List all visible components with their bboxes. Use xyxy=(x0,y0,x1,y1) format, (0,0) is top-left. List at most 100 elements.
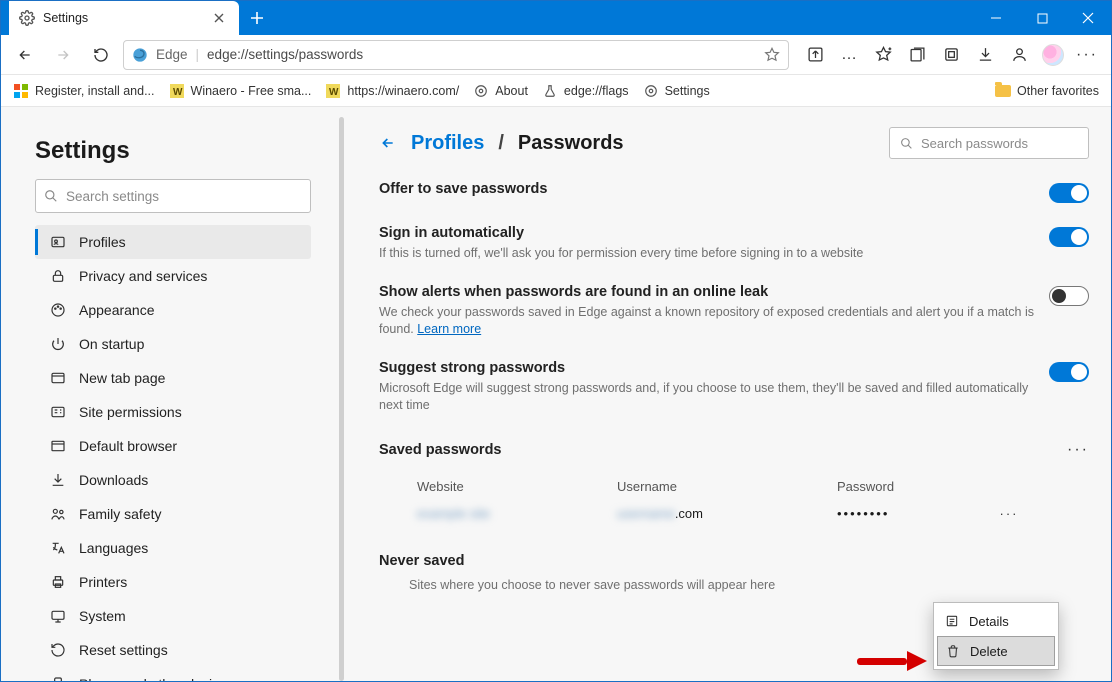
details-icon xyxy=(945,614,959,628)
system-icon xyxy=(49,607,67,625)
favorite-star-icon[interactable] xyxy=(764,47,780,63)
setting-leak-alerts: Show alerts when passwords are found in … xyxy=(379,284,1089,338)
nav-downloads[interactable]: Downloads xyxy=(35,463,311,497)
toggle-suggest-strong[interactable] xyxy=(1049,362,1089,382)
browser-tab[interactable]: Settings xyxy=(9,1,239,35)
saved-passwords-table: Website Username Password example site u… xyxy=(409,473,1089,527)
tab-close-button[interactable] xyxy=(209,8,229,28)
reset-icon xyxy=(49,641,67,659)
permissions-icon xyxy=(49,403,67,421)
toolbar-actions: … ··· xyxy=(799,39,1103,71)
bookmark-item[interactable]: edge://flags xyxy=(542,83,629,99)
bookmark-item[interactable]: WWinaero - Free sma... xyxy=(169,83,312,99)
window-close-button[interactable] xyxy=(1065,1,1111,35)
settings-content: Settings Search settings Profiles Privac… xyxy=(1,107,1111,681)
winaero-icon: W xyxy=(169,83,185,99)
edge-logo-icon xyxy=(132,47,148,63)
language-icon xyxy=(49,539,67,557)
nav-printers[interactable]: Printers xyxy=(35,565,311,599)
menu-item-details[interactable]: Details xyxy=(937,606,1055,636)
breadcrumb-back-button[interactable] xyxy=(379,134,397,152)
nav-phone[interactable]: Phone and other devices xyxy=(35,667,311,681)
toggle-leak-alerts[interactable] xyxy=(1049,286,1089,306)
palette-icon xyxy=(49,301,67,319)
nav-newtab[interactable]: New tab page xyxy=(35,361,311,395)
toolbar: Edge | edge://settings/passwords … ··· xyxy=(1,35,1111,75)
bookmark-item[interactable]: About xyxy=(473,83,528,99)
bookmark-item[interactable]: Register, install and... xyxy=(13,83,155,99)
gear-icon xyxy=(643,83,659,99)
nav-sitepermissions[interactable]: Site permissions xyxy=(35,395,311,429)
password-row[interactable]: example site username.com •••••••• ··· xyxy=(409,500,1089,527)
extensions-icon[interactable] xyxy=(935,39,967,71)
password-row-more-button[interactable]: ··· xyxy=(1000,506,1019,521)
address-label: Edge xyxy=(156,47,188,62)
svg-text:W: W xyxy=(329,87,339,98)
bookmark-item[interactable]: Settings xyxy=(643,83,710,99)
nav-family[interactable]: Family safety xyxy=(35,497,311,531)
address-bar[interactable]: Edge | edge://settings/passwords xyxy=(123,40,789,70)
nav-forward-button[interactable] xyxy=(47,39,79,71)
svg-text:W: W xyxy=(173,87,183,98)
new-tab-button[interactable] xyxy=(241,4,273,32)
share-icon[interactable] xyxy=(799,39,831,71)
favorites-icon[interactable] xyxy=(867,39,899,71)
password-context-menu: Details Delete xyxy=(933,602,1059,670)
nav-appearance[interactable]: Appearance xyxy=(35,293,311,327)
settings-search-input[interactable]: Search settings xyxy=(35,179,311,213)
window-maximize-button[interactable] xyxy=(1019,1,1065,35)
winaero-icon: W xyxy=(325,83,341,99)
annotation-arrow xyxy=(857,651,927,671)
tab-title: Settings xyxy=(43,11,201,25)
learn-more-link[interactable]: Learn more xyxy=(417,322,481,336)
nav-onstartup[interactable]: On startup xyxy=(35,327,311,361)
power-icon xyxy=(49,335,67,353)
window-minimize-button[interactable] xyxy=(973,1,1019,35)
gear-icon xyxy=(473,83,489,99)
never-saved-section: Never saved Sites where you choose to ne… xyxy=(379,553,1089,594)
toggle-signin-auto[interactable] xyxy=(1049,227,1089,247)
profile-icon[interactable] xyxy=(1003,39,1035,71)
collections-icon[interactable] xyxy=(901,39,933,71)
folder-icon xyxy=(995,85,1011,97)
windows-icon xyxy=(13,83,29,99)
nav-refresh-button[interactable] xyxy=(85,39,117,71)
breadcrumb: Profiles / Passwords xyxy=(379,132,624,155)
toggle-offer-save[interactable] xyxy=(1049,183,1089,203)
address-url: edge://settings/passwords xyxy=(207,47,363,62)
nav-back-button[interactable] xyxy=(9,39,41,71)
nav-profiles[interactable]: Profiles xyxy=(35,225,311,259)
title-bar: Settings xyxy=(1,1,1111,35)
bookmarks-bar: Register, install and... WWinaero - Free… xyxy=(1,75,1111,107)
saved-passwords-more-button[interactable]: ··· xyxy=(1067,441,1089,459)
nav-defaultbrowser[interactable]: Default browser xyxy=(35,429,311,463)
family-icon xyxy=(49,505,67,523)
profile-avatar[interactable] xyxy=(1037,39,1069,71)
gear-icon xyxy=(19,10,35,26)
nav-privacy[interactable]: Privacy and services xyxy=(35,259,311,293)
read-aloud-icon[interactable]: … xyxy=(833,39,865,71)
downloads-icon[interactable] xyxy=(969,39,1001,71)
search-icon xyxy=(44,189,58,203)
bookmark-item[interactable]: Whttps://winaero.com/ xyxy=(325,83,459,99)
settings-detail-panel: Profiles / Passwords Search passwords Of… xyxy=(359,107,1111,681)
table-header: Website Username Password xyxy=(409,473,1089,500)
nav-reset[interactable]: Reset settings xyxy=(35,633,311,667)
profile-card-icon xyxy=(49,233,67,251)
trash-icon xyxy=(946,644,960,658)
menu-item-delete[interactable]: Delete xyxy=(937,636,1055,666)
flask-icon xyxy=(542,83,558,99)
settings-nav: Profiles Privacy and services Appearance… xyxy=(35,225,311,681)
page-title: Settings xyxy=(35,137,311,165)
app-menu-button[interactable]: ··· xyxy=(1071,39,1103,71)
nav-languages[interactable]: Languages xyxy=(35,531,311,565)
lock-icon xyxy=(49,267,67,285)
download-icon xyxy=(49,471,67,489)
breadcrumb-current: Passwords xyxy=(518,132,624,155)
scroll-divider[interactable] xyxy=(331,107,359,681)
other-favorites[interactable]: Other favorites xyxy=(995,84,1099,98)
nav-system[interactable]: System xyxy=(35,599,311,633)
setting-signin-auto: Sign in automatically If this is turned … xyxy=(379,225,1089,262)
passwords-search-input[interactable]: Search passwords xyxy=(889,127,1089,159)
breadcrumb-profiles-link[interactable]: Profiles xyxy=(411,132,484,155)
